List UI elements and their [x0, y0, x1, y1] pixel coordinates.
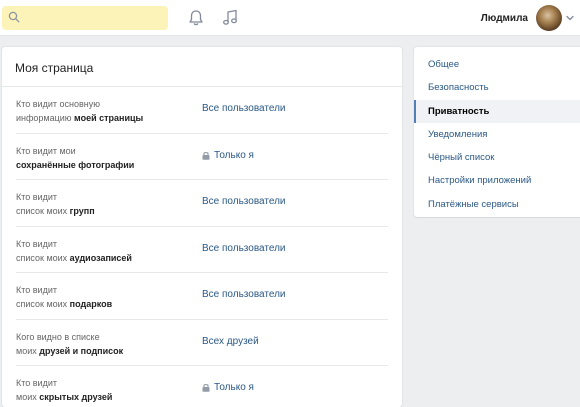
setting-value-text: Всех друзей — [202, 335, 259, 347]
setting-label-subject: моей страницы — [74, 113, 144, 123]
user-menu[interactable]: Людмила — [481, 0, 580, 36]
setting-label-subject: аудиозаписей — [69, 252, 132, 263]
setting-value-dropdown[interactable]: Все пользователи — [202, 289, 286, 300]
music-note-icon[interactable] — [222, 9, 238, 27]
setting-value-dropdown[interactable]: Все пользователи — [202, 243, 286, 254]
setting-value-text: Все пользователи — [202, 103, 286, 114]
setting-row: Кто видит список моих подарков Все пользов… — [16, 273, 388, 320]
setting-label: Кого видно в списке моих друзей и подписо… — [16, 330, 196, 358]
setting-value-dropdown[interactable]: Только я — [202, 150, 254, 161]
setting-label-subject: сохранённые фотографии — [16, 159, 135, 170]
setting-label-subject: скрытых друзей — [39, 392, 113, 402]
setting-row: Кто видит основную информацию моей страни… — [16, 87, 388, 134]
menu-item[interactable]: Чёрный список — [414, 146, 580, 169]
setting-label-line1: Кого видно в списке — [16, 331, 100, 342]
settings-list: Кто видит основную информацию моей страни… — [2, 87, 402, 407]
bell-icon[interactable] — [188, 9, 204, 27]
setting-value-dropdown[interactable]: Всех друзей — [202, 336, 259, 347]
menu-item[interactable]: Безопасность — [414, 76, 580, 99]
setting-value-text: Только я — [214, 149, 254, 161]
setting-value-dropdown[interactable]: Только я — [202, 382, 254, 393]
setting-row: Кого видно в списке моих друзей и подписо… — [16, 320, 388, 366]
setting-label-line1: Кто видит — [16, 285, 57, 295]
setting-label-prefix: список моих — [16, 299, 70, 309]
setting-row: Кто видит список моих групп Все пользовате… — [16, 180, 388, 227]
setting-row: Кто видит моих скрытых друзей Только я — [16, 366, 388, 407]
setting-label: Кто видит список моих подарков — [16, 283, 196, 311]
card-title: Моя страница — [2, 47, 402, 87]
setting-value-text: Все пользователи — [202, 196, 286, 207]
menu-item[interactable]: Настройки приложений — [414, 169, 580, 192]
setting-label: Кто видит основную информацию моей страни… — [16, 97, 196, 125]
privacy-settings-card: Моя страница Кто видит основную информаци… — [2, 47, 402, 407]
setting-label: Кто видит список моих групп — [16, 190, 196, 218]
lock-icon — [202, 383, 210, 392]
avatar[interactable] — [536, 5, 562, 31]
setting-value-text: Все пользователи — [202, 242, 286, 254]
settings-menu: Общее Безопасность Приватность Уведомления Ч… — [414, 47, 580, 217]
chevron-down-icon[interactable] — [566, 15, 574, 21]
setting-label-prefix: список моих — [16, 252, 70, 263]
user-name[interactable]: Людмила — [481, 13, 528, 24]
setting-label-subject: друзей и подписок — [39, 345, 124, 356]
setting-value-text: Все пользователи — [202, 289, 286, 300]
top-bar: Людмила — [0, 0, 580, 36]
setting-label-subject: подарков — [69, 299, 113, 309]
menu-item[interactable]: Общее — [414, 53, 580, 76]
setting-row: Кто видит список моих аудиозаписей Все пол… — [16, 227, 388, 273]
setting-value-dropdown[interactable]: Все пользователи — [202, 103, 286, 114]
setting-label-line1: Кто видит — [16, 192, 57, 202]
lock-icon — [202, 151, 210, 160]
setting-label-prefix: моих — [16, 392, 40, 402]
setting-label-line1: Кто видит — [16, 238, 57, 249]
setting-value-dropdown[interactable]: Все пользователи — [202, 196, 286, 207]
setting-label: Кто видит мои сохранённые фотографии — [16, 144, 196, 172]
setting-value-text: Только я — [214, 382, 254, 393]
setting-label: Кто видит список моих аудиозаписей — [16, 237, 196, 265]
setting-label-subject: групп — [69, 206, 95, 216]
setting-row: Кто видит мои сохранённые фотографии Тольк… — [16, 134, 388, 180]
menu-item[interactable]: Приватность — [414, 99, 580, 123]
search-box[interactable] — [2, 6, 168, 30]
setting-label-prefix: моих — [16, 345, 40, 356]
setting-label-line1: Кто видит мои — [16, 145, 76, 156]
setting-label-prefix: список моих — [16, 206, 70, 216]
setting-label-prefix: информацию — [16, 113, 75, 123]
search-input[interactable] — [24, 9, 162, 27]
setting-label: Кто видит моих скрытых друзей — [16, 376, 196, 404]
setting-label-line1: Кто видит — [16, 378, 57, 388]
menu-item[interactable]: Уведомления — [414, 123, 580, 146]
setting-label-line1: Кто видит основную — [16, 99, 100, 109]
menu-item[interactable]: Платёжные сервисы — [414, 193, 580, 216]
search-icon — [8, 11, 20, 23]
